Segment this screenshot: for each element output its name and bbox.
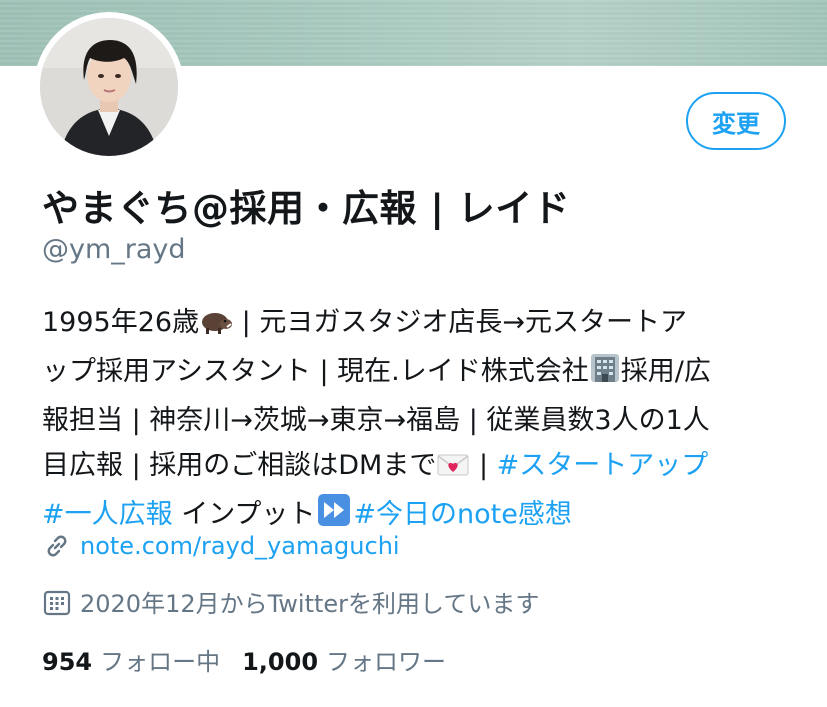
followers-count: 1,000 — [242, 648, 319, 676]
followers-label: フォロワー — [326, 648, 447, 676]
website-row: note.com/rayd_yamaguchi — [42, 531, 400, 561]
join-date-text: 2020年12月からTwitterを利用しています — [80, 590, 540, 618]
bio-line: 報担当 | 神奈川→茨城→東京→福島 | 従業員数3人の1人 — [42, 405, 710, 436]
followers-stat[interactable]: 1,000 フォロワー — [242, 642, 446, 677]
bio-text: 1995年26歳 — [42, 307, 200, 338]
bio-text: インプット — [172, 499, 316, 530]
avatar[interactable] — [40, 18, 178, 156]
hashtag-link[interactable]: #一人広報 — [42, 499, 173, 530]
link-icon — [42, 531, 72, 561]
bio-text: 目広報 | 採用のご相談はDMまで — [42, 450, 437, 481]
profile-bio: 1995年26歳 | 元ヨガスタジオ店長→元スタートア ップ採用アシスタント |… — [42, 300, 787, 541]
office-building-emoji-icon — [589, 352, 621, 398]
follow-stats: 954 フォロー中 1,000 フォロワー — [42, 642, 468, 677]
bio-text: ップ採用アシスタント | 現在.レイド株式会社 — [42, 356, 589, 387]
user-handle: @ym_rayd — [42, 234, 186, 265]
following-stat[interactable]: 954 フォロー中 — [42, 642, 220, 677]
bio-line: ップ採用アシスタント | 現在.レイド株式会社 採用/広 — [42, 349, 787, 398]
bio-line: 目広報 | 採用のご相談はDMまで | #スタートアップ — [42, 443, 787, 492]
join-date-row: 2020年12月からTwitterを利用しています — [42, 584, 539, 619]
calendar-icon — [42, 587, 72, 617]
display-name: やまぐち@採用・広報 | レイド — [42, 187, 571, 230]
hashtag-link[interactable]: #今日のnote感想 — [353, 499, 571, 530]
website-link[interactable]: note.com/rayd_yamaguchi — [80, 532, 400, 560]
bio-text: | — [470, 450, 497, 481]
following-count: 954 — [42, 648, 93, 676]
boar-emoji-icon — [199, 304, 233, 349]
avatar-frame — [34, 12, 184, 162]
bio-text: 採用/広 — [620, 356, 711, 387]
bio-line: 1995年26歳 | 元ヨガスタジオ店長→元スタートア — [42, 300, 787, 349]
bio-text: | 元ヨガスタジオ店長→元スタートア — [233, 307, 687, 338]
edit-profile-button[interactable]: 変更 — [686, 92, 786, 150]
hashtag-link[interactable]: #スタートアップ — [497, 450, 709, 481]
following-label: フォロー中 — [100, 648, 221, 676]
love-letter-emoji-icon — [436, 447, 470, 492]
